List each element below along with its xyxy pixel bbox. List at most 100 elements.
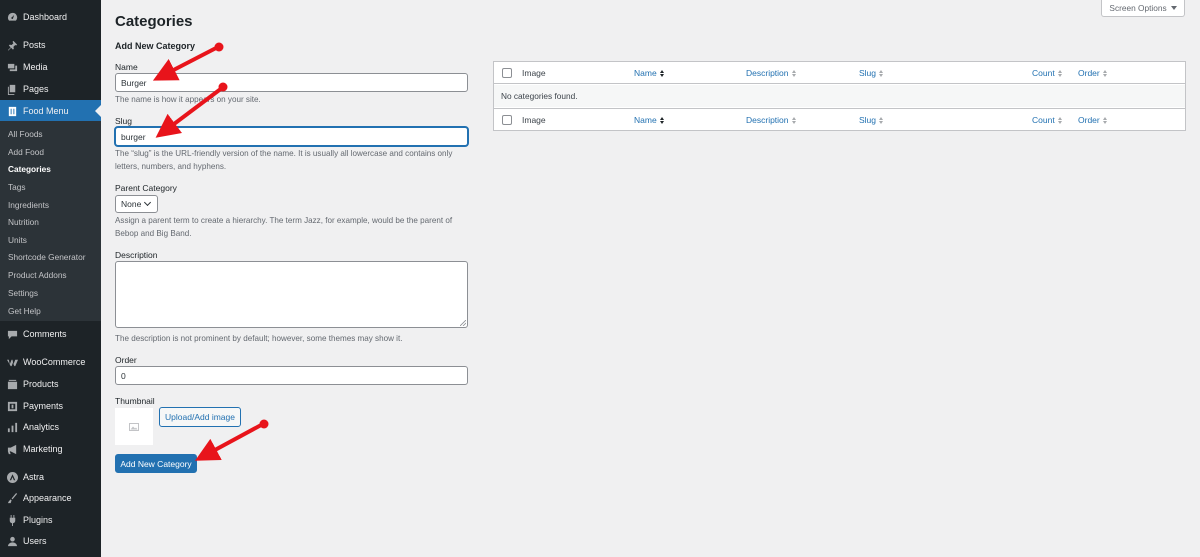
name-input-value: Burger xyxy=(121,77,147,88)
chevron-down-icon xyxy=(144,198,152,207)
plug-icon xyxy=(6,514,18,526)
sort-icon xyxy=(659,116,664,124)
select-all-checkbox[interactable] xyxy=(502,115,512,125)
sidebar-item-payments[interactable]: Payments xyxy=(0,396,101,416)
sidebar-item-plugins[interactable]: Plugins xyxy=(0,510,101,530)
sort-icon xyxy=(791,69,796,77)
column-slug[interactable]: Slug xyxy=(859,68,884,78)
column-image: Image xyxy=(522,68,546,78)
sidebar-item-label: Pages xyxy=(23,84,49,94)
column-image: Image xyxy=(522,115,546,125)
resize-grip-icon[interactable] xyxy=(460,320,466,326)
order-input[interactable]: 0 xyxy=(115,366,468,385)
sidebar-item-woocommerce[interactable]: WooCommerce xyxy=(0,352,101,372)
slug-label: Slug xyxy=(115,116,133,126)
slug-input[interactable]: burger xyxy=(115,127,468,146)
pin-icon xyxy=(6,39,18,51)
name-label: Name xyxy=(115,62,138,72)
sort-icon xyxy=(791,116,796,124)
submenu-tags[interactable]: Tags xyxy=(8,182,26,192)
parent-category-value: None xyxy=(121,199,142,209)
sidebar-item-label: WooCommerce xyxy=(23,357,86,367)
sidebar-item-label: Food Menu xyxy=(23,106,69,116)
sidebar-item-comments[interactable]: Comments xyxy=(0,324,101,344)
no-items-message: No categories found. xyxy=(501,91,578,101)
column-count[interactable]: Count xyxy=(1032,115,1062,125)
column-name[interactable]: Name xyxy=(634,68,664,78)
column-order[interactable]: Order xyxy=(1078,115,1107,125)
sidebar-item-label: Payments xyxy=(23,401,64,411)
image-placeholder-icon xyxy=(129,422,139,431)
column-description[interactable]: Description xyxy=(746,68,796,78)
sidebar-item-products[interactable]: Products xyxy=(0,374,101,394)
description-textarea[interactable] xyxy=(115,261,468,328)
sort-icon xyxy=(879,116,884,124)
sidebar-item-food-menu[interactable]: Food Menu xyxy=(0,100,101,122)
products-icon xyxy=(6,378,18,390)
sidebar-item-appearance[interactable]: Appearance xyxy=(0,488,101,508)
upload-image-button[interactable]: Upload/Add image xyxy=(159,407,241,427)
categories-table: Image Name Description Slug Count Order … xyxy=(493,61,1186,131)
submenu-settings[interactable]: Settings xyxy=(8,288,38,298)
submenu-categories[interactable]: Categories xyxy=(8,164,51,174)
sort-icon xyxy=(659,69,664,77)
submenu-shortcode-generator[interactable]: Shortcode Generator xyxy=(8,252,85,262)
sidebar-item-label: Appearance xyxy=(23,493,72,503)
column-slug[interactable]: Slug xyxy=(859,115,884,125)
caret-down-icon xyxy=(1170,6,1177,10)
sort-icon xyxy=(1102,116,1107,124)
sidebar-item-users[interactable]: Users xyxy=(0,531,101,551)
order-label: Order xyxy=(115,355,137,365)
sidebar-item-posts[interactable]: Posts xyxy=(0,35,101,55)
parent-category-select[interactable]: None xyxy=(115,195,158,213)
submenu-product-addons[interactable]: Product Addons xyxy=(8,270,67,280)
submenu-add-food[interactable]: Add Food xyxy=(8,147,44,157)
screen-options-label: Screen Options xyxy=(1109,3,1167,13)
column-count[interactable]: Count xyxy=(1032,68,1062,78)
sidebar-item-media[interactable]: Media xyxy=(0,57,101,77)
sidebar-item-analytics[interactable]: Analytics xyxy=(0,417,101,437)
column-description[interactable]: Description xyxy=(746,115,796,125)
column-order[interactable]: Order xyxy=(1078,68,1107,78)
thumbnail-preview xyxy=(115,408,153,445)
thumbnail-label: Thumbnail xyxy=(115,396,155,406)
sidebar-item-astra[interactable]: Astra xyxy=(0,467,101,487)
description-help: The description is not prominent by defa… xyxy=(115,334,403,343)
submenu-nutrition[interactable]: Nutrition xyxy=(8,217,39,227)
woocommerce-icon xyxy=(6,356,18,368)
sort-icon xyxy=(879,69,884,77)
megaphone-icon xyxy=(6,443,18,455)
select-all-checkbox[interactable] xyxy=(502,68,512,78)
name-input[interactable]: Burger xyxy=(115,73,468,92)
dashboard-icon xyxy=(6,11,18,23)
table-footer-row: Image Name Description Slug Count Order xyxy=(494,108,1185,130)
admin-sidebar: Dashboard Posts Media Pages Food Menu Al… xyxy=(0,0,101,557)
column-name[interactable]: Name xyxy=(634,115,664,125)
active-indicator xyxy=(95,105,101,117)
name-help: The name is how it appears on your site. xyxy=(115,95,261,104)
submenu-units[interactable]: Units xyxy=(8,235,27,245)
analytics-icon xyxy=(6,421,18,433)
food-menu-submenu: All Foods Add Food Categories Tags Ingre… xyxy=(0,121,101,321)
pages-icon xyxy=(6,83,18,95)
submenu-all-foods[interactable]: All Foods xyxy=(8,129,43,139)
table-row: No categories found. xyxy=(494,85,1185,107)
sidebar-item-dashboard[interactable]: Dashboard xyxy=(0,7,101,27)
screen-options-button[interactable]: Screen Options xyxy=(1101,0,1185,17)
table-header-row: Image Name Description Slug Count Order xyxy=(494,62,1185,84)
form-title: Add New Category xyxy=(115,41,196,51)
submenu-get-help[interactable]: Get Help xyxy=(8,306,41,316)
sidebar-item-label: Comments xyxy=(23,329,67,339)
sidebar-item-label: Users xyxy=(23,536,47,546)
sidebar-item-pages[interactable]: Pages xyxy=(0,79,101,99)
add-new-category-button[interactable]: Add New Category xyxy=(115,454,197,473)
page-title: Categories xyxy=(115,13,193,30)
sidebar-item-label: Dashboard xyxy=(23,12,68,22)
submenu-ingredients[interactable]: Ingredients xyxy=(8,200,49,210)
sidebar-item-label: Plugins xyxy=(23,515,53,525)
sidebar-item-marketing[interactable]: Marketing xyxy=(0,439,101,459)
astra-icon xyxy=(6,471,18,483)
sidebar-item-label: Astra xyxy=(23,472,45,482)
sidebar-item-label: Marketing xyxy=(23,444,63,454)
order-input-value: 0 xyxy=(121,370,126,381)
